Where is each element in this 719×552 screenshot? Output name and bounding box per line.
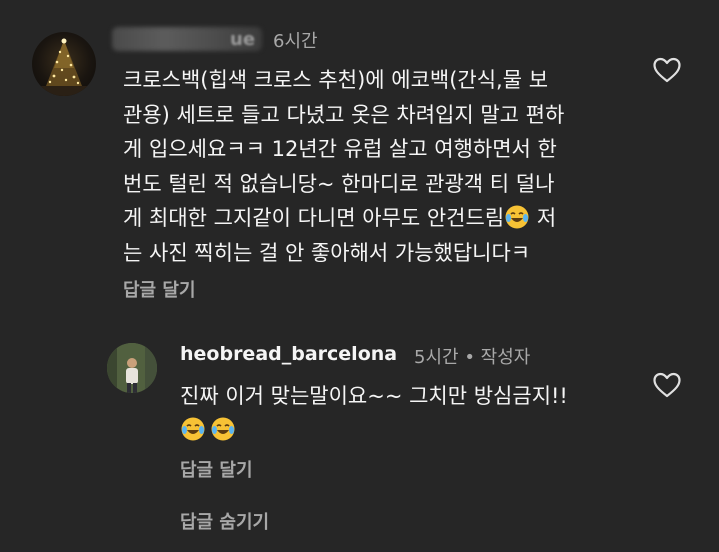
comment-thread: ue 6시간 크로스백(힙색 크로스 추천)에 에코백(간식,물 보 관용) 세…	[0, 0, 719, 552]
comment-line-tail: 저	[530, 206, 557, 230]
face-with-tears-of-joy-icon	[181, 417, 205, 441]
comment-line: 는 사진 찍히는 걸 안 좋아해서 가능했답니다ㅋ	[123, 240, 531, 265]
comment-line: 관용) 세트로 들고 다녔고 옷은 차려입지 말고 편하	[123, 102, 565, 127]
reply-button[interactable]: 답글 달기	[123, 276, 196, 302]
comment-timestamp: 6시간	[273, 31, 318, 52]
reply-author-username[interactable]: heobread_barcelona	[180, 343, 397, 365]
comment-line: 게 최대한 그지같이 다니면 아무도 안건드림	[123, 206, 505, 230]
comment-line: 크로스백(힙색 크로스 추천)에 에코백(간식,물 보	[123, 68, 549, 92]
reply-timestamp: 5시간	[414, 347, 459, 368]
comment-line: 게 입으세요ㅋㅋ 12년간 유럽 살고 여행하면서 한	[123, 137, 557, 161]
reply-author-avatar[interactable]	[107, 343, 157, 393]
face-with-tears-of-joy-icon	[211, 417, 235, 441]
commenter-avatar[interactable]	[32, 32, 96, 96]
reply-text-line: 진짜 이거 맞는말이요~~ 그치만 방심금지!!	[180, 384, 568, 408]
comment-line: 번도 털린 적 없습니당~ 한마디로 관광객 티 덜나	[123, 171, 555, 196]
meta-separator: •	[464, 347, 475, 368]
commenter-username-visible: ue	[230, 29, 256, 50]
reply-to-reply-button[interactable]: 답글 달기	[180, 456, 253, 482]
face-with-tears-of-joy-icon	[505, 205, 529, 229]
comment-body: 크로스백(힙색 크로스 추천)에 에코백(간식,물 보 관용) 세트로 들고 다…	[123, 63, 623, 270]
author-badge: 작성자	[480, 347, 531, 368]
person-photo	[107, 343, 157, 393]
christmas-tree-photo	[36, 38, 92, 96]
reply-meta: 5시간 • 작성자	[414, 343, 530, 369]
heart-outline-icon[interactable]	[652, 371, 682, 399]
hide-replies-button[interactable]: 답글 숨기기	[180, 508, 269, 534]
heart-outline-icon[interactable]	[652, 56, 682, 84]
reply-body: 진짜 이거 맞는말이요~~ 그치만 방심금지!!	[180, 379, 640, 447]
